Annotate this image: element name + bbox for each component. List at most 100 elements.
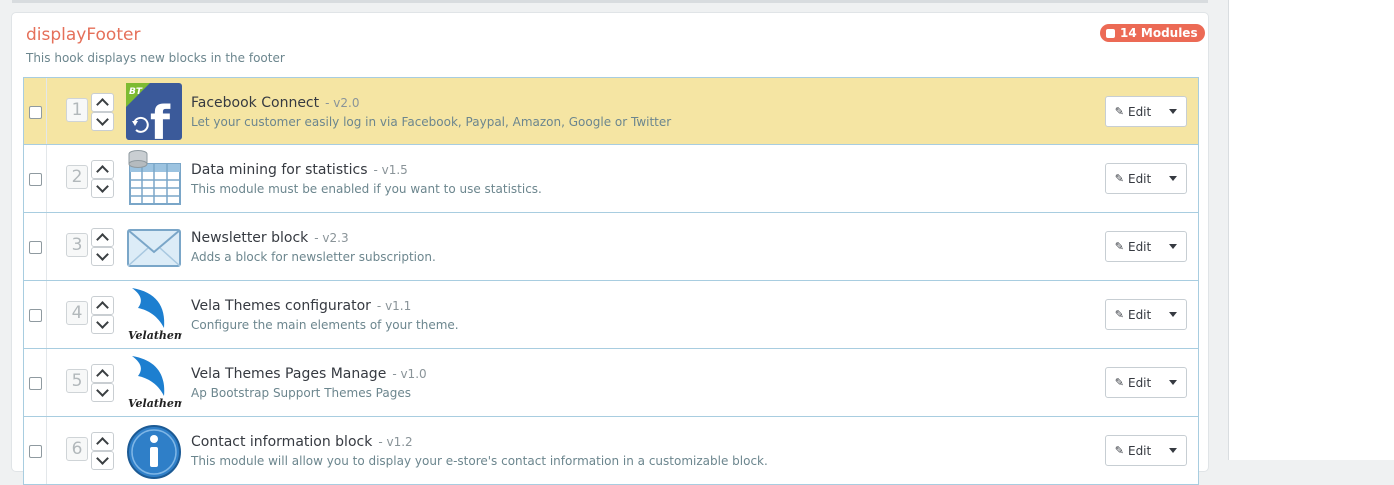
row-divider	[46, 349, 47, 416]
module-name: Data mining for statistics - v1.5	[191, 162, 408, 178]
right-sidebar	[1228, 0, 1394, 460]
edit-label: Edit	[1127, 375, 1152, 390]
move-down-button[interactable]	[91, 315, 114, 334]
edit-label: Edit	[1127, 104, 1152, 119]
move-up-button[interactable]	[91, 432, 114, 451]
module-checkbox[interactable]	[29, 309, 42, 322]
chevron-up-icon	[96, 165, 109, 178]
modules-count-badge: 14 Modules	[1100, 24, 1205, 42]
velatheme-wordmark: Velatheme	[128, 329, 182, 342]
envelope-icon	[127, 229, 181, 267]
module-box-icon	[1106, 28, 1115, 38]
edit-button[interactable]: ✎ Edit	[1106, 232, 1160, 261]
edit-button[interactable]: ✎ Edit	[1106, 164, 1160, 193]
move-up-button[interactable]	[91, 93, 114, 112]
chevron-down-icon	[96, 113, 109, 126]
module-checkbox[interactable]	[29, 377, 42, 390]
move-up-button[interactable]	[91, 296, 114, 315]
module-name: Newsletter block - v2.3	[191, 230, 349, 246]
velatheme-logo-icon: Velatheme	[128, 288, 182, 342]
module-row[interactable]: 4 Velatheme Vela Themes configurator - v1…	[23, 281, 1199, 349]
edit-label: Edit	[1127, 307, 1152, 322]
module-row[interactable]: 1 BT f Facebook Connect - v2.0 Let your c…	[23, 77, 1199, 145]
edit-button[interactable]: ✎ Edit	[1106, 436, 1160, 465]
svg-text:BT: BT	[129, 87, 143, 97]
top-divider	[12, 0, 1208, 3]
chevron-up-icon	[96, 301, 109, 314]
edit-dropdown-toggle[interactable]	[1160, 97, 1186, 126]
module-row[interactable]: 3 Newsletter block - v2.3 Adds a block fo…	[23, 213, 1199, 281]
module-position: 6	[66, 437, 88, 461]
module-description: Configure the main elements of your them…	[191, 318, 459, 332]
row-divider	[46, 145, 47, 212]
move-down-button[interactable]	[91, 179, 114, 198]
row-divider	[46, 417, 47, 484]
module-checkbox[interactable]	[29, 445, 42, 458]
hook-description: This hook displays new blocks in the foo…	[26, 51, 285, 65]
move-down-button[interactable]	[91, 383, 114, 402]
module-position: 2	[66, 165, 88, 189]
edit-button[interactable]: ✎ Edit	[1106, 300, 1160, 329]
caret-down-icon	[1169, 244, 1177, 249]
move-up-button[interactable]	[91, 160, 114, 179]
module-list: 1 BT f Facebook Connect - v2.0 Let your c…	[23, 77, 1199, 485]
velatheme-logo-icon: Velatheme	[128, 356, 182, 410]
edit-dropdown-toggle[interactable]	[1160, 436, 1186, 465]
edit-dropdown-toggle[interactable]	[1160, 164, 1186, 193]
pencil-icon: ✎	[1114, 444, 1124, 457]
move-up-button[interactable]	[91, 228, 114, 247]
row-divider	[46, 213, 47, 280]
module-version: - v2.3	[314, 231, 349, 245]
caret-down-icon	[1169, 176, 1177, 181]
module-row[interactable]: 6 Contact information block - v1.2 This m…	[23, 417, 1199, 485]
chevron-up-icon	[96, 98, 109, 111]
module-version: - v1.0	[392, 367, 427, 381]
module-name-text: Contact information block	[191, 434, 373, 450]
move-down-button[interactable]	[91, 247, 114, 266]
module-checkbox[interactable]	[29, 173, 42, 186]
chevron-up-icon	[96, 437, 109, 450]
module-checkbox[interactable]	[29, 241, 42, 254]
module-row[interactable]: 2 Data mining for statistics - v1.5 This …	[23, 145, 1199, 213]
module-name-text: Facebook Connect	[191, 95, 320, 111]
pencil-icon: ✎	[1114, 308, 1124, 321]
module-checkbox[interactable]	[29, 106, 42, 119]
edit-label: Edit	[1127, 443, 1152, 458]
edit-button-group: ✎ Edit	[1105, 435, 1187, 466]
edit-button[interactable]: ✎ Edit	[1106, 368, 1160, 397]
edit-dropdown-toggle[interactable]	[1160, 232, 1186, 261]
module-name-text: Vela Themes Pages Manage	[191, 366, 387, 382]
module-description: This module must be enabled if you want …	[191, 182, 542, 196]
caret-down-icon	[1169, 448, 1177, 453]
edit-dropdown-toggle[interactable]	[1160, 368, 1186, 397]
edit-button-group: ✎ Edit	[1105, 163, 1187, 194]
pencil-icon: ✎	[1114, 240, 1124, 253]
module-row[interactable]: 5 Velatheme Vela Themes Pages Manage - v1…	[23, 349, 1199, 417]
move-down-button[interactable]	[91, 112, 114, 131]
statistics-table-icon	[128, 150, 181, 205]
edit-button[interactable]: ✎ Edit	[1106, 97, 1160, 126]
caret-down-icon	[1169, 109, 1177, 114]
chevron-down-icon	[96, 384, 109, 397]
module-name-text: Vela Themes configurator	[191, 298, 371, 314]
edit-button-group: ✎ Edit	[1105, 367, 1187, 398]
move-up-button[interactable]	[91, 364, 114, 383]
svg-text:f: f	[150, 96, 171, 140]
hook-panel: displayFooter This hook displays new blo…	[11, 12, 1209, 485]
edit-label: Edit	[1127, 239, 1152, 254]
edit-label: Edit	[1127, 171, 1152, 186]
module-name: Vela Themes Pages Manage - v1.0	[191, 366, 427, 382]
facebook-connect-logo-icon: BT f	[126, 83, 182, 140]
module-position: 4	[66, 301, 88, 325]
chevron-down-icon	[96, 180, 109, 193]
pencil-icon: ✎	[1114, 105, 1124, 118]
edit-dropdown-toggle[interactable]	[1160, 300, 1186, 329]
row-divider	[46, 78, 47, 144]
caret-down-icon	[1169, 312, 1177, 317]
velatheme-wordmark: Velatheme	[128, 397, 182, 410]
module-name: Facebook Connect - v2.0	[191, 95, 359, 111]
move-down-button[interactable]	[91, 451, 114, 470]
pencil-icon: ✎	[1114, 376, 1124, 389]
module-position: 3	[66, 233, 88, 257]
edit-button-group: ✎ Edit	[1105, 231, 1187, 262]
